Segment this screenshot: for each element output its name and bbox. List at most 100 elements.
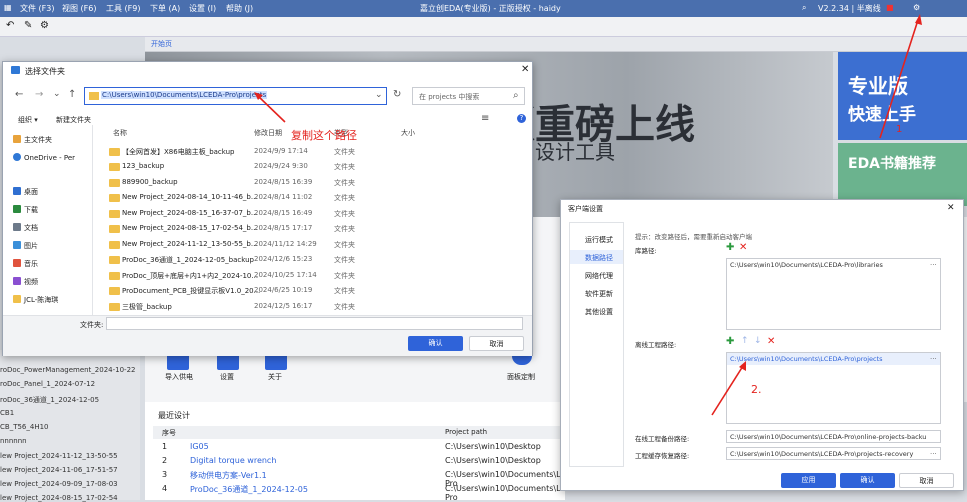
nav-other[interactable]: 其他设置 [585, 307, 613, 317]
action-about[interactable]: 关于 [268, 372, 282, 382]
list-item[interactable]: lew Project_2024-08-15_17-02-54 [0, 494, 118, 502]
ok-button[interactable]: 确认 [840, 473, 895, 488]
online-backup-input[interactable]: C:\Users\win10\Documents\LCEDA-Pro\onlin… [726, 430, 941, 443]
table-row-name[interactable]: 移动供电方案-Ver1.1 [190, 470, 267, 481]
cancel-button[interactable]: 取消 [469, 336, 524, 351]
col-header-name[interactable]: 名称 [113, 128, 127, 138]
list-item[interactable]: ProDocument_PCB_投键显示板V1.0_20... 2024/6/25… [99, 284, 525, 299]
table-row-name[interactable]: IG05 [190, 442, 209, 451]
table-row[interactable]: 2 [162, 456, 167, 465]
cancel-button[interactable]: 取消 [899, 473, 954, 488]
table-row-name[interactable]: Digital torque wrench [190, 456, 276, 465]
nav-item-onedrive[interactable]: OneDrive - Per [13, 153, 75, 162]
table-row[interactable]: 4 [162, 484, 167, 493]
list-item[interactable]: 三极管_backup 2024/12/5 16:17 文件夹 [99, 300, 525, 312]
add-icon[interactable]: ✚ [726, 242, 734, 253]
settings-icon[interactable]: ⚙ [40, 20, 49, 31]
remove-icon[interactable]: ✕ [739, 242, 747, 253]
list-item[interactable]: New Project_2024-08-14_10-11-46_b... 2024… [99, 191, 525, 206]
list-item[interactable]: 【全网首发】X86电脑主板_backup 2024/9/9 17:14 文件夹 [99, 145, 525, 160]
offline-path-value[interactable]: C:\Users\win10\Documents\LCEDA-Pro\proje… [730, 355, 883, 363]
pro-edition-card[interactable]: 专业版 快速上手 1 [838, 52, 967, 140]
table-row[interactable]: 3 [162, 470, 167, 479]
nav-data-path[interactable]: 数据路径 [585, 253, 613, 263]
nav-item-videos[interactable]: 视频 [13, 277, 38, 287]
list-item[interactable]: roDoc_36通道_1_2024-12-05 [0, 395, 99, 405]
move-down-icon[interactable]: ↓ [754, 336, 762, 346]
search-icon[interactable]: ⌕ [802, 3, 806, 13]
undo-icon[interactable]: ↶ [6, 20, 14, 31]
list-item[interactable]: lew Project_2024-09-09_17-08-03 [0, 480, 118, 488]
add-icon[interactable]: ✚ [726, 336, 734, 347]
recent-dropdown-icon[interactable]: ⌄ [53, 89, 61, 99]
nav-item-home[interactable]: 主文件夹 [13, 135, 52, 145]
list-item[interactable]: roDoc_Panel_1_2024-07-12 [0, 380, 95, 388]
menu-help[interactable]: 帮助 (J) [226, 3, 253, 14]
up-icon[interactable]: ↑ [68, 89, 76, 100]
books-card[interactable]: EDA书籍推荐 [838, 143, 967, 206]
folder-name-input[interactable] [106, 317, 523, 330]
nav-item-jcl[interactable]: JCL-陈海琪 [13, 295, 58, 305]
remove-icon[interactable]: ✕ [767, 336, 775, 347]
close-icon[interactable]: ✕ [521, 64, 529, 75]
move-up-icon[interactable]: ↑ [741, 336, 749, 346]
new-folder-button[interactable]: 新建文件夹 [56, 115, 91, 125]
address-bar[interactable]: C:\Users\win10\Documents\LCEDA-Pro\proje… [84, 87, 387, 105]
action-panel[interactable]: 面板定制 [507, 372, 535, 382]
table-row-name[interactable]: ProDoc_36通道_1_2024-12-05 [190, 484, 308, 495]
nav-item-desktop[interactable]: 桌面 [13, 187, 38, 197]
close-icon[interactable]: ✕ [947, 203, 955, 213]
list-item[interactable]: nnnnnn [0, 437, 27, 445]
nav-item-music[interactable]: 音乐 [13, 259, 38, 269]
view-options-icon[interactable]: ≡ [481, 113, 489, 124]
nav-run-mode[interactable]: 运行模式 [585, 235, 613, 245]
list-item[interactable]: ProDoc_36通道_1_2024-12-05_backup 2024/12/6… [99, 253, 525, 268]
tools-icon[interactable]: ✎ [24, 20, 32, 31]
nav-proxy[interactable]: 网络代理 [585, 271, 613, 281]
back-icon[interactable]: ← [15, 89, 23, 100]
list-item[interactable]: CB1 [0, 409, 14, 417]
list-item[interactable]: roDoc_PowerManagement_2024-10-22 [0, 366, 136, 374]
more-icon[interactable]: ··· [930, 261, 937, 269]
address-path[interactable]: C:\Users\win10\Documents\LCEDA-Pro\proje… [101, 91, 268, 99]
lib-path-list[interactable]: C:\Users\win10\Documents\LCEDA-Pro\libra… [726, 258, 941, 330]
list-item[interactable]: ProDoc_顶层+底层+内1+内2_2024-10... 2024/10/25 … [99, 269, 525, 284]
ok-button[interactable]: 确认 [408, 336, 463, 351]
col-header-size[interactable]: 大小 [401, 128, 415, 138]
tab-home[interactable]: 开始页 [151, 39, 172, 49]
more-icon[interactable]: ··· [930, 450, 937, 458]
list-item[interactable]: New Project_2024-08-15_17-02-54_b... 2024… [99, 222, 525, 237]
refresh-icon[interactable]: ↻ [393, 89, 401, 100]
action-import[interactable]: 导入供电 [165, 372, 193, 382]
apply-button[interactable]: 应用 [781, 473, 836, 488]
list-item[interactable]: 889900_backup 2024/8/15 16:39 文件夹 [99, 176, 525, 191]
menu-order[interactable]: 下单 (A) [150, 3, 180, 14]
list-item[interactable]: lew Project_2024-11-12_13-50-55 [0, 452, 118, 460]
lib-path-value[interactable]: C:\Users\win10\Documents\LCEDA-Pro\libra… [730, 261, 883, 269]
chevron-down-icon[interactable]: ⌄ [375, 90, 383, 100]
menu-settings[interactable]: 设置 (I) [189, 3, 216, 14]
flag-icon[interactable]: ■ [886, 3, 894, 12]
menu-view[interactable]: 视图 (F6) [62, 3, 96, 14]
search-input[interactable]: 在 projects 中搜索 ⌕ [412, 87, 525, 105]
gear-icon[interactable]: ⚙ [913, 3, 920, 12]
list-item[interactable]: CB_T56_4H10 [0, 423, 49, 431]
recovery-input[interactable]: C:\Users\win10\Documents\LCEDA-Pro\proje… [726, 447, 941, 460]
list-item[interactable]: New Project_2024-11-12_13-50-55_b... 2024… [99, 238, 525, 253]
action-settings[interactable]: 设置 [220, 372, 234, 382]
list-item[interactable]: 123_backup 2024/9/24 9:30 文件夹 [99, 160, 525, 175]
nav-item-pictures[interactable]: 图片 [13, 241, 38, 251]
menu-file[interactable]: 文件 (F3) [20, 3, 54, 14]
offline-path-list[interactable]: C:\Users\win10\Documents\LCEDA-Pro\proje… [726, 352, 941, 424]
list-item[interactable]: New Project_2024-08-15_16-37-07_b... 2024… [99, 207, 525, 222]
table-row[interactable]: 1 [162, 442, 167, 451]
list-item[interactable]: lew Project_2024-11-06_17-51-57 [0, 466, 118, 474]
nav-item-downloads[interactable]: 下载 [13, 205, 38, 215]
organize-button[interactable]: 组织 ▾ [18, 115, 38, 125]
menu-tools[interactable]: 工具 (F9) [106, 3, 140, 14]
more-icon[interactable]: ··· [930, 355, 937, 363]
nav-item-documents[interactable]: 文档 [13, 223, 38, 233]
help-icon[interactable]: ? [517, 114, 526, 123]
nav-update[interactable]: 软件更新 [585, 289, 613, 299]
col-header-date[interactable]: 修改日期 [254, 128, 282, 138]
